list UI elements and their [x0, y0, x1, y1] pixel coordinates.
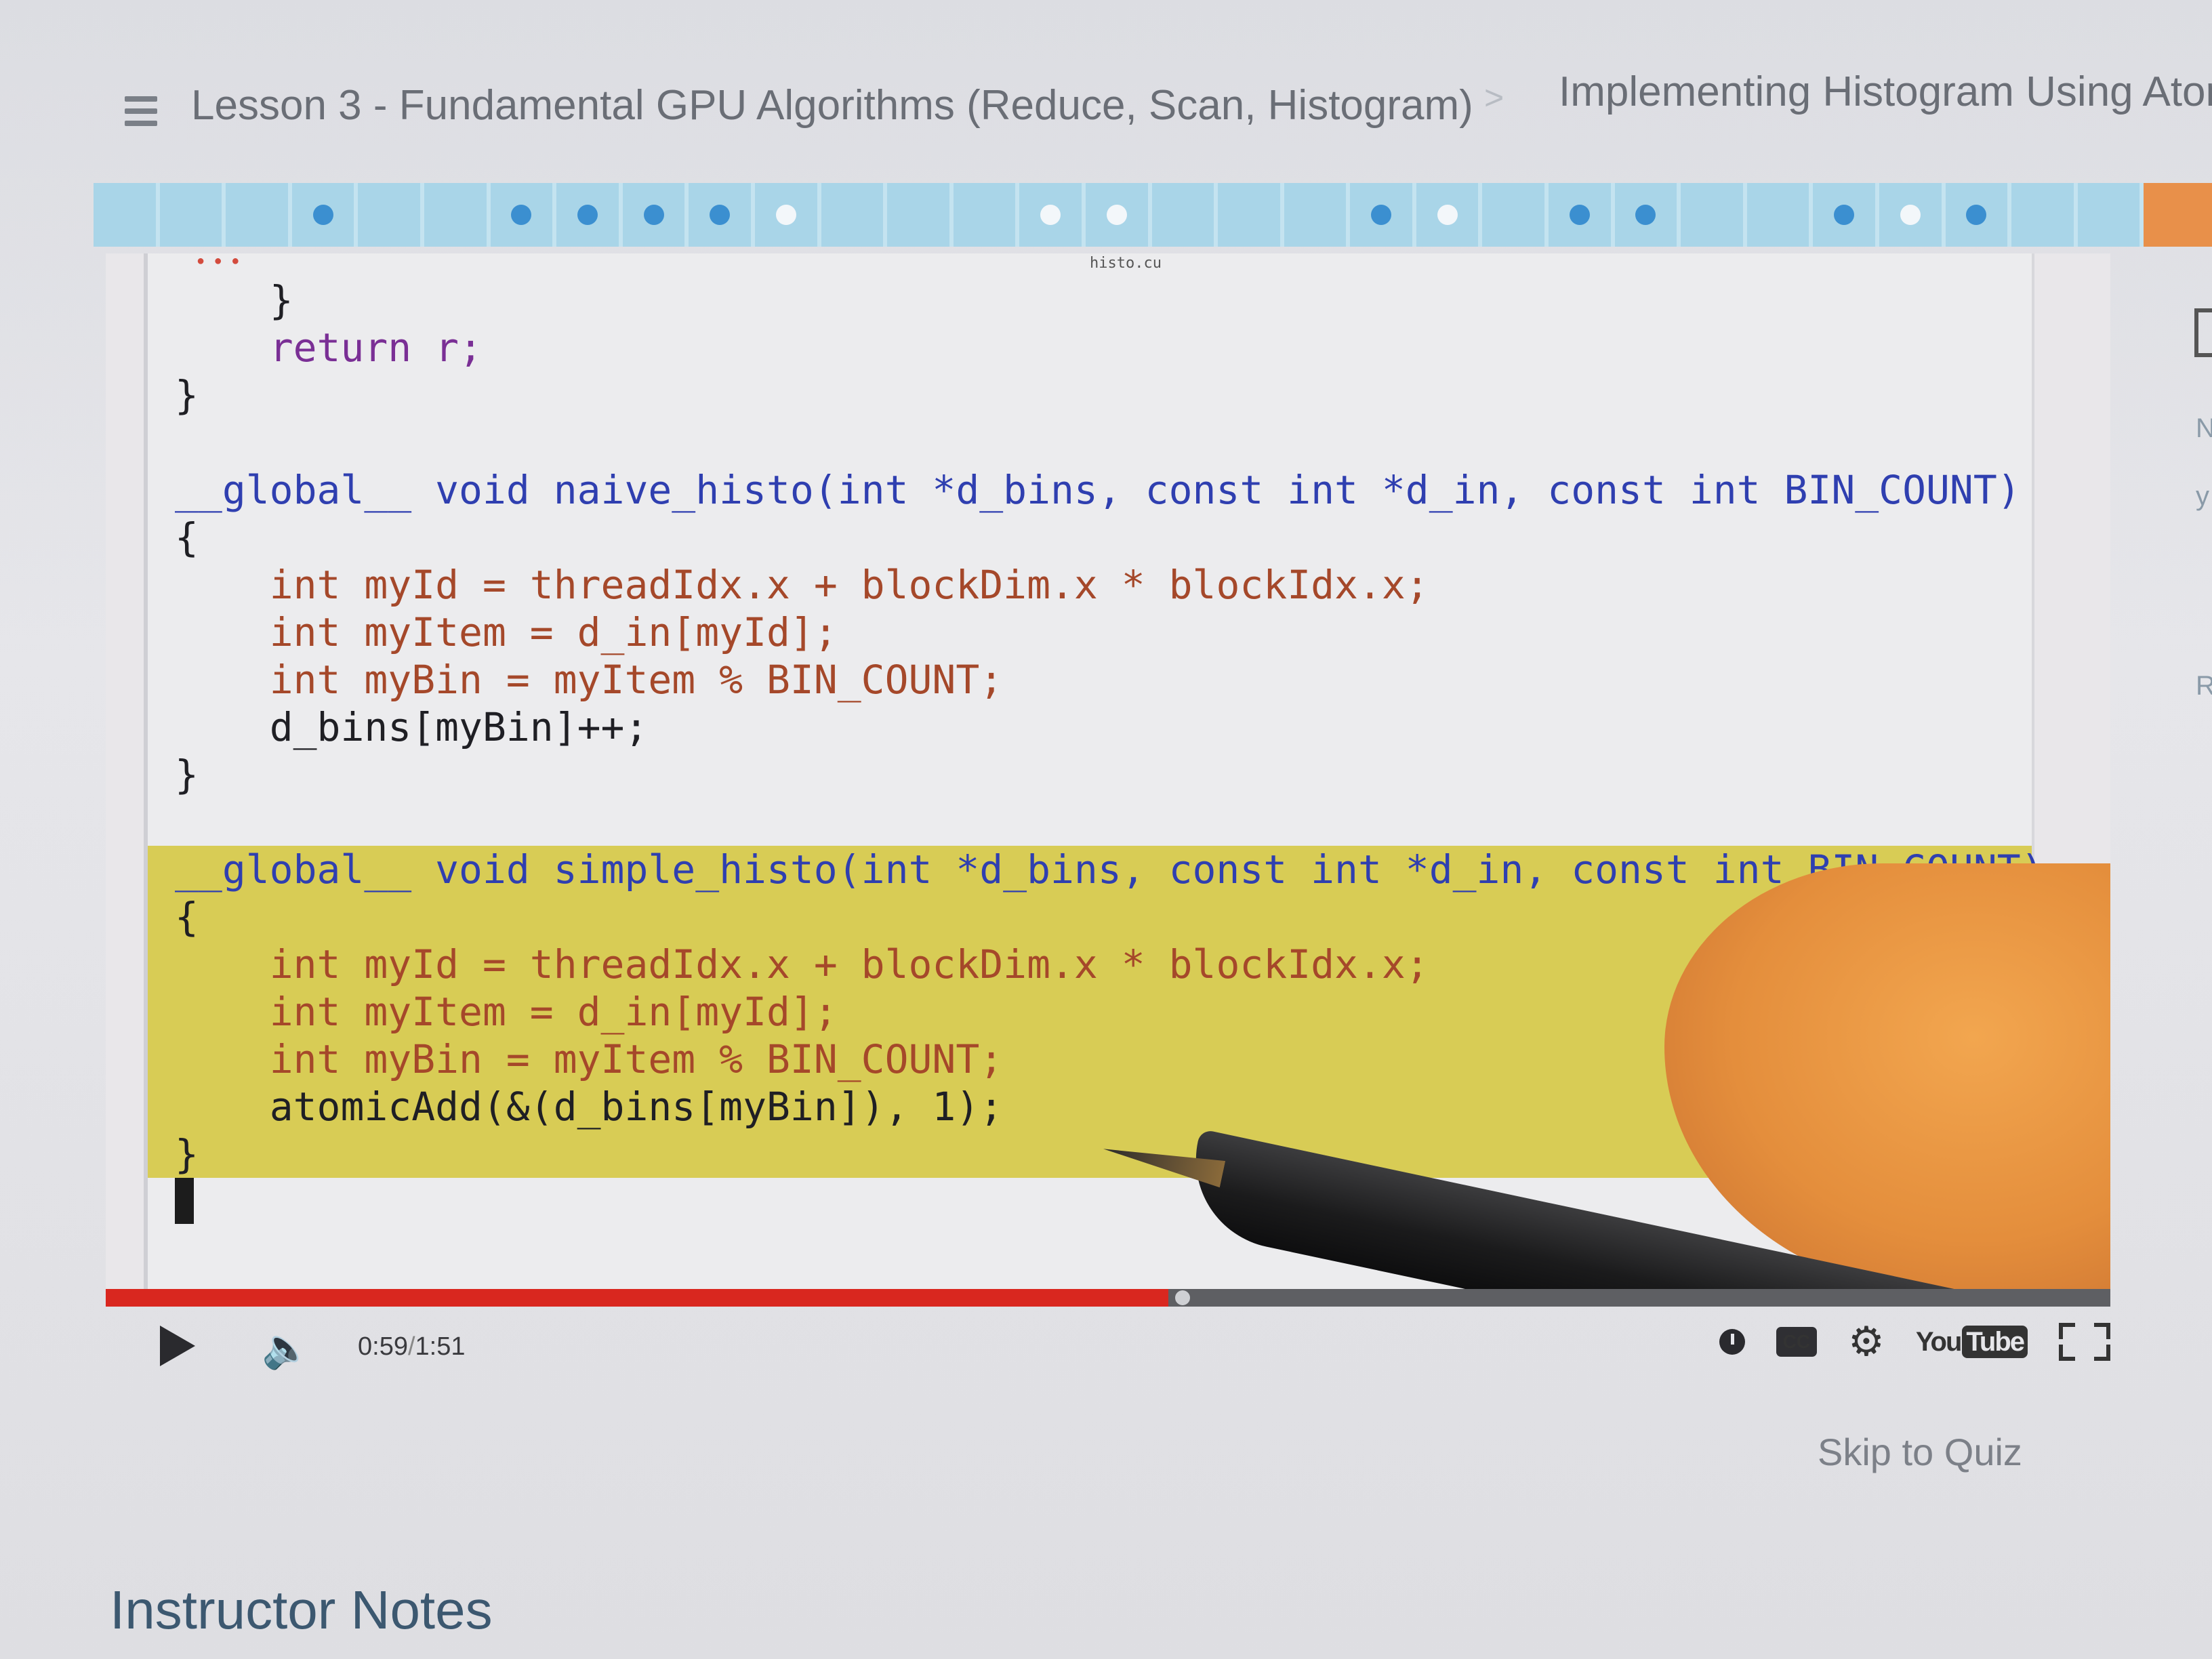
lesson-segment[interactable] [1813, 183, 1880, 247]
breadcrumb-lesson[interactable]: Lesson 3 - Fundamental GPU Algorithms (R… [191, 81, 1473, 129]
segment-marker-icon [1834, 205, 1855, 225]
lesson-segment[interactable] [358, 183, 424, 247]
code-line: int myItem = d_in[myId]; [269, 609, 838, 655]
player-controls: 🔈 0:59/1:51 CC ⚙ You Tube [106, 1308, 2110, 1396]
code-line: d_bins[myBin]++; [269, 704, 649, 750]
segment-marker-icon [1569, 205, 1590, 225]
lesson-segment[interactable] [1549, 183, 1615, 247]
breadcrumb-current: Implementing Histogram Using Ator [1559, 68, 2212, 115]
lesson-segment[interactable] [2144, 183, 2212, 247]
lesson-segment[interactable] [755, 183, 821, 247]
lesson-segment[interactable] [94, 183, 160, 247]
video-played-progress [106, 1289, 1168, 1307]
code-line-highlighted: __global__ void simple_histo(int *d_bins… [148, 846, 2045, 893]
course-header: Lesson 3 - Fundamental GPU Algorithms (R… [0, 0, 2212, 163]
lesson-segment[interactable] [821, 183, 888, 247]
watch-later-icon[interactable] [1719, 1329, 1745, 1355]
menu-icon[interactable] [125, 96, 157, 126]
lesson-segment[interactable] [887, 183, 954, 247]
lesson-segment[interactable] [2078, 183, 2144, 247]
lesson-segment[interactable] [1350, 183, 1416, 247]
window-title: histo.cu [1090, 255, 1162, 272]
lesson-segment[interactable] [2011, 183, 2078, 247]
lesson-progress-strip[interactable] [94, 183, 2212, 247]
lesson-segment[interactable] [1615, 183, 1681, 247]
right-controls: CC ⚙ You Tube [1688, 1322, 2110, 1362]
side-bracket-icon [2194, 308, 2212, 357]
lesson-segment[interactable] [1218, 183, 1284, 247]
lesson-segment[interactable] [689, 183, 755, 247]
segment-marker-icon [1900, 205, 1921, 225]
play-icon[interactable] [160, 1326, 195, 1366]
segment-marker-icon [710, 205, 731, 225]
code-line: } [269, 277, 293, 323]
video-player[interactable]: ● ● ● histo.cu } return r; } __global__ … [106, 253, 2110, 1301]
lesson-segment[interactable] [1946, 183, 2012, 247]
lesson-segment[interactable] [424, 183, 491, 247]
lesson-segment[interactable] [1747, 183, 1814, 247]
segment-marker-icon [511, 205, 532, 225]
segment-marker-icon [1966, 205, 1987, 225]
code-line: } [175, 752, 199, 798]
segment-marker-icon [1635, 205, 1656, 225]
segment-marker-icon [577, 205, 598, 225]
volume-icon[interactable]: 🔈 [262, 1326, 310, 1372]
time-separator: / [407, 1332, 415, 1361]
lesson-segment[interactable] [1482, 183, 1549, 247]
code-line: int myBin = myItem % BIN_COUNT; [269, 657, 1004, 703]
lesson-segment[interactable] [1152, 183, 1218, 247]
lesson-segment[interactable] [1284, 183, 1351, 247]
lesson-segment[interactable] [1879, 183, 1946, 247]
segment-marker-icon [643, 205, 664, 225]
code-line: int myId = threadIdx.x + blockDim.x * bl… [269, 562, 1429, 608]
segment-marker-icon [1106, 205, 1127, 225]
side-fragment: N [2196, 413, 2212, 443]
code-line: __global__ void naive_histo(int *d_bins,… [175, 467, 2021, 513]
lesson-segment[interactable] [1019, 183, 1086, 247]
instructor-notes-heading: Instructor Notes [110, 1580, 493, 1640]
lesson-segment[interactable] [1086, 183, 1152, 247]
code-line: return r; [269, 325, 483, 371]
lesson-segment[interactable] [623, 183, 689, 247]
side-fragment: y [2196, 481, 2209, 511]
settings-gear-icon[interactable]: ⚙ [1848, 1322, 1885, 1362]
window-controls: ● ● ● [197, 253, 243, 268]
time-display: 0:59/1:51 [358, 1332, 466, 1361]
seek-handle[interactable] [1175, 1290, 1190, 1305]
skip-to-quiz-link[interactable]: Skip to Quiz [1818, 1430, 2022, 1474]
fullscreen-icon[interactable] [2059, 1323, 2110, 1361]
lesson-segment[interactable] [1416, 183, 1483, 247]
captions-button[interactable]: CC [1776, 1327, 1818, 1357]
lesson-segment[interactable] [556, 183, 623, 247]
lesson-segment[interactable] [226, 183, 292, 247]
lesson-segment[interactable] [292, 183, 359, 247]
code-line: { [175, 514, 199, 560]
lesson-segment[interactable] [491, 183, 557, 247]
segment-marker-icon [1437, 205, 1458, 225]
code-line: } [175, 372, 199, 418]
youtube-logo[interactable]: You Tube [1916, 1325, 2028, 1358]
segment-marker-icon [312, 205, 333, 225]
segment-marker-icon [775, 205, 796, 225]
lesson-segment[interactable] [954, 183, 1020, 247]
current-time: 0:59 [358, 1332, 408, 1361]
breadcrumb-separator: > [1484, 79, 1504, 117]
text-cursor [175, 1178, 194, 1224]
lesson-segment[interactable] [160, 183, 226, 247]
total-time: 1:51 [415, 1332, 466, 1361]
segment-marker-icon [1040, 205, 1061, 225]
lesson-segment[interactable] [1681, 183, 1747, 247]
side-fragment: R [2196, 671, 2212, 701]
segment-marker-icon [1371, 205, 1392, 225]
